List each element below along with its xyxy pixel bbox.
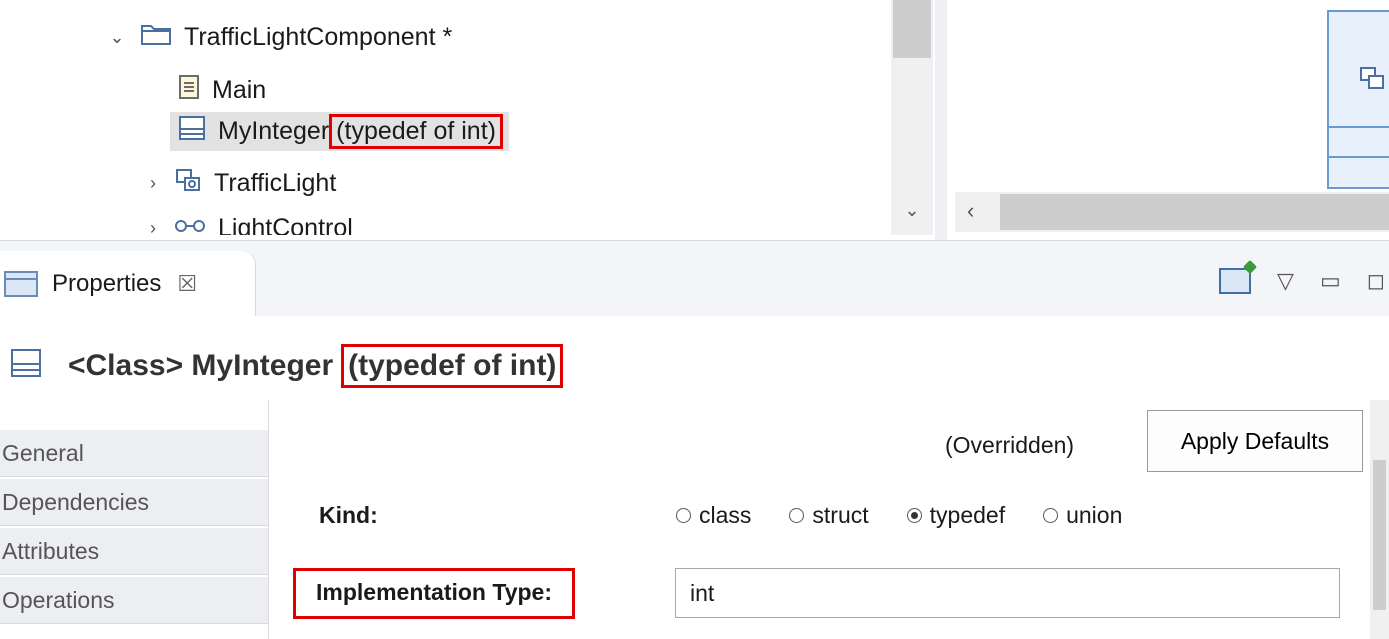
interface-icon [174,214,206,235]
view-toolbar: ▽ ▭ ◻ [1219,261,1389,301]
title-prefix: <Class> MyInteger [68,349,334,382]
tree-item-label: MyInteger [218,117,330,145]
tree-item-label: Main [212,76,267,104]
kind-radio-typedef[interactable]: typedef [906,502,1006,529]
content-vertical-scrollbar[interactable] [1370,400,1389,639]
minimize-icon[interactable]: ▭ [1320,268,1341,294]
tree-item-label: TrafficLight [214,169,337,197]
scroll-thumb[interactable] [1000,194,1389,230]
tab-dependencies[interactable]: Dependencies [0,479,268,526]
view-menu-icon[interactable]: ▽ [1277,268,1294,294]
implementation-type-label: Implementation Type: [293,568,575,619]
kind-radio-class[interactable]: class [676,502,751,529]
tree-item-lightcontrol[interactable]: › LightControl [144,214,353,235]
tree-item-main[interactable]: Main [178,74,266,107]
pane-divider[interactable] [935,0,947,240]
kind-radio-group: class struct typedef union [676,502,1122,529]
properties-icon [4,271,38,297]
implementation-type-input[interactable]: int [675,568,1340,618]
folder-icon [140,22,172,53]
properties-title-bar: <Class> MyInteger (typedef of int) [0,316,1389,400]
page-title: <Class> MyInteger (typedef of int) [68,344,564,388]
radio-icon[interactable] [789,508,805,523]
properties-view-header: Properties ☒ ▽ ▭ ◻ [0,240,1389,317]
tab-attributes[interactable]: Attributes [0,528,268,575]
radio-selected-icon[interactable] [906,508,922,523]
properties-section-nav: General Dependencies Attributes Operatio… [0,400,269,639]
scroll-left-icon[interactable]: ‹ [967,198,974,224]
chevron-right-icon[interactable]: › [144,173,162,194]
file-icon [178,74,200,107]
tab-operations[interactable]: Operations [0,577,268,624]
radio-label: class [699,502,752,528]
scroll-down-icon[interactable]: ⌄ [891,200,933,221]
diagram-class-shape[interactable] [1327,10,1389,189]
tree-item-myinteger[interactable]: MyInteger (typedef of int) [170,112,509,151]
properties-content: (Overridden) Apply Defaults Kind: class … [269,400,1369,639]
radio-label: union [1066,502,1123,528]
scroll-thumb[interactable] [893,0,931,58]
component-icon [174,166,202,201]
kind-radio-union[interactable]: union [1043,502,1122,529]
scroll-thumb[interactable] [1373,460,1386,610]
pin-editor-icon[interactable] [1219,268,1252,294]
tree-item-trafficlightcomponent[interactable]: ⌄ TrafficLightComponent * [108,22,452,53]
tab-properties[interactable]: Properties ☒ [0,251,256,317]
close-icon[interactable]: ☒ [177,271,197,297]
class-icon [178,114,206,149]
radio-icon[interactable] [676,508,691,523]
chevron-right-icon[interactable]: › [144,218,162,235]
overridden-label: (Overridden) [945,432,1075,458]
component-icon [1329,67,1389,158]
radio-label: typedef [929,502,1006,528]
chevron-down-icon[interactable]: ⌄ [108,27,126,48]
tree-item-trafficlight[interactable]: › TrafficLight [144,166,336,201]
tree-vertical-scrollbar[interactable]: ⌄ [891,0,933,235]
apply-defaults-button[interactable]: Apply Defaults [1147,410,1363,472]
radio-icon[interactable] [1043,508,1059,523]
typedef-highlight: (typedef of int) [329,114,503,149]
title-typedef-highlight: (typedef of int) [341,344,564,388]
tree-item-label: LightControl [218,214,353,235]
tab-label: Properties [52,270,162,297]
maximize-icon[interactable]: ◻ [1367,268,1385,294]
tree-item-label: TrafficLightComponent * [184,23,453,51]
radio-label: struct [812,502,869,528]
tab-general[interactable]: General [0,430,268,477]
editor-horizontal-scrollbar[interactable]: ‹ [955,192,1389,232]
project-tree: ⌄ TrafficLightComponent * Main MyInteger… [0,0,935,235]
kind-radio-struct[interactable]: struct [789,502,869,529]
kind-label: Kind: [319,502,378,528]
class-icon [10,348,42,383]
